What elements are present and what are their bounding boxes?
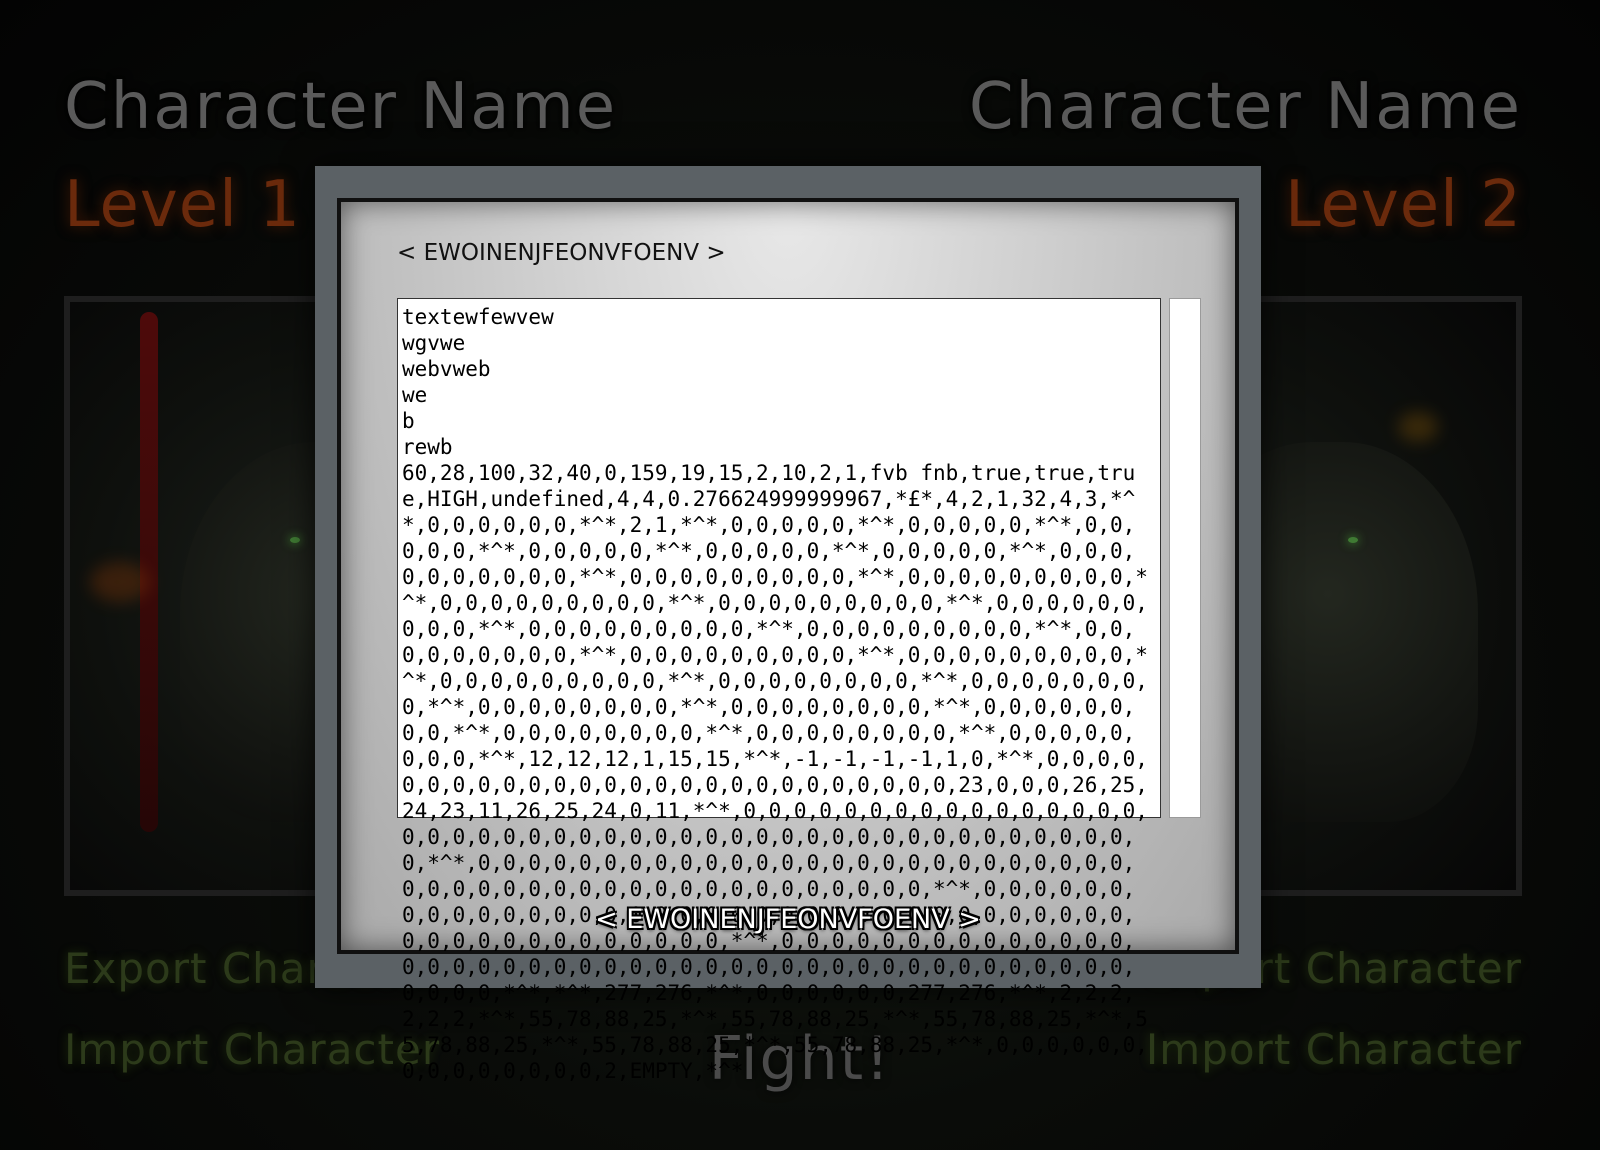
player1-level: Level 1: [64, 168, 301, 242]
player1-character-name: Character Name: [64, 70, 618, 144]
textarea-scrollbar[interactable]: [1169, 298, 1201, 818]
character-eye: [290, 537, 300, 543]
character-eye: [1348, 537, 1358, 543]
player2-level: Level 2: [1285, 168, 1522, 242]
export-textarea-content[interactable]: textewfewvew wgvwe webvweb we b rewb 60,…: [402, 304, 1152, 1084]
dialog-confirm-button[interactable]: < EWOINENJFEONVFOENV >: [341, 904, 1235, 935]
export-dialog: < EWOINENJFEONVFOENV > textewfewvew wgvw…: [315, 166, 1261, 1083]
player2-character-name: Character Name: [968, 70, 1522, 144]
dialog-title: < EWOINENJFEONVFOENV >: [397, 240, 726, 266]
ember-glow-decoration: [90, 562, 150, 602]
export-dialog-panel: < EWOINENJFEONVFOENV > textewfewvew wgvw…: [337, 198, 1239, 1083]
character-select-screen: Character Name Level 1 Export Character …: [0, 0, 1600, 1150]
ember-glow-decoration: [1398, 412, 1438, 442]
